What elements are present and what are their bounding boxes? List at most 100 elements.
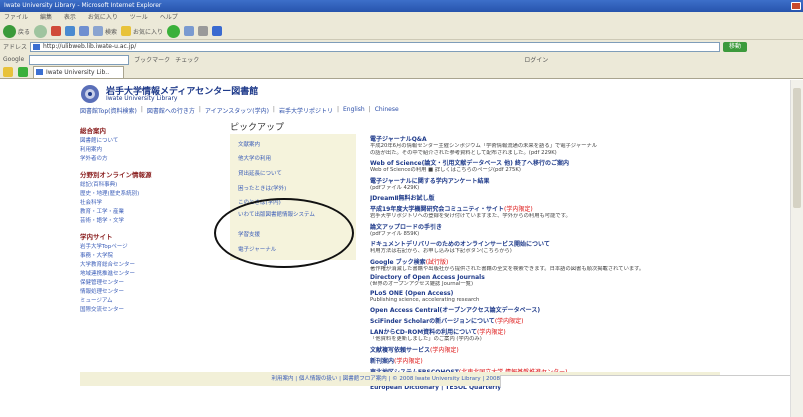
google-search-input[interactable] [29, 54, 130, 65]
tab-favicon-icon [36, 69, 43, 75]
topnav-library-top[interactable]: 図書館Top(資料検索) [80, 106, 137, 115]
sidebar-item-about[interactable]: 図書館について [80, 137, 228, 146]
news-title-text: 新刊案内 [370, 357, 395, 365]
sidebar-item-regional-center[interactable]: 地域連携推進センター [80, 270, 228, 279]
refresh-icon[interactable] [65, 26, 76, 36]
status-bar [500, 375, 790, 387]
back-label: 戻る [18, 28, 31, 36]
news-title-link[interactable]: 平成19年度大学機関研究会コミュニティ・サイト(学内限定) [370, 204, 720, 213]
tab-iwate-library[interactable]: Iwate University Lib.. [33, 66, 125, 78]
sidebar-item-univ-top[interactable]: 岩手大学Topページ [80, 243, 228, 252]
news-title-link[interactable]: JDreamⅡ無料お試し版 [370, 193, 720, 202]
news-title-link[interactable]: 電子ジャーナルに関する学内アンケート結果 [370, 176, 720, 185]
edit-icon[interactable] [212, 26, 223, 36]
login-button[interactable]: ログイン [524, 55, 548, 64]
pickup-title: ピックアップ [230, 123, 285, 133]
sidebar-item-info-center[interactable]: 情報処理センター [80, 288, 228, 297]
news-title-text: 文献複写依頼サービス [370, 346, 431, 354]
favorites-star-icon[interactable] [3, 67, 13, 77]
google-toolbar: Google ブックマーク チェック ログイン [0, 53, 803, 66]
window-titlebar: Iwate University Library - Microsoft Int… [0, 0, 803, 12]
news-title-text: JDreamⅡ無料お試し版 [370, 195, 435, 202]
close-window-button[interactable] [791, 2, 801, 10]
news-title-link[interactable]: Web of Science(論文・引用文献データベース 他) 終了へ移行のご案… [370, 158, 720, 167]
tab-title: Iwate University Lib.. [46, 69, 110, 76]
pickup-item-loan-renew[interactable]: 貸出延長について [238, 169, 282, 177]
favorites-button[interactable]: お気に入り [121, 24, 163, 38]
menu-help[interactable]: ヘルプ [160, 14, 178, 21]
print-icon[interactable] [198, 26, 209, 36]
news-list: 電子ジャーナルQ&A 平成20年6月の情報センター主催シンポジウム「学術情報流通の… [370, 134, 720, 393]
topnav-access[interactable]: 図書館への行き方 [147, 106, 195, 115]
pickup-item-help-off[interactable]: 困ったときは(学外) [238, 184, 286, 192]
news-description: 岩手大学リポジトリへの登録を受け付けていますまた、学外からの利用も可能です。 [370, 213, 571, 219]
address-url: http://ulibweb.lib.iwate-u.ac.jp/ [43, 42, 137, 50]
news-item: JDreamⅡ無料お試し版 [370, 193, 720, 202]
news-item: 平成19年度大学機関研究会コミュニティ・サイト(学内限定) 岩手大学リポジトリへの… [370, 204, 720, 220]
home-icon[interactable] [79, 26, 90, 36]
topnav-repository[interactable]: 岩手大学リポジトリ [279, 106, 333, 115]
news-title-link[interactable]: Open Access Central(オープンアクセス論文データベース) [370, 305, 720, 314]
topnav-english[interactable]: English [343, 106, 365, 115]
sidebar-item-museum[interactable]: ミュージアム [80, 297, 228, 306]
scrollbar-thumb[interactable] [793, 88, 801, 208]
add-favorite-icon[interactable] [18, 67, 28, 77]
sidebar-item-general[interactable]: 総記(百科事典) [80, 181, 228, 190]
hand-drawn-circle-annotation [214, 198, 354, 268]
sidebar-item-office[interactable]: 事務・大学院 [80, 252, 228, 261]
news-title-link[interactable]: 新刊案内(学内限定) [370, 356, 720, 365]
news-title-link[interactable]: 電子ジャーナルQ&A [370, 134, 720, 143]
mail-icon[interactable] [184, 26, 195, 36]
menu-bar: ファイル 編集 表示 お気に入り ツール ヘルプ [0, 12, 803, 23]
news-description: の話が出た。その中で紹介された参考資料として配布されました。(pdf 229K) [370, 149, 557, 156]
back-button[interactable]: 戻る [3, 24, 30, 38]
news-title-link[interactable]: Google ブック検索(試行版) [370, 257, 720, 266]
news-title-link[interactable]: 論文アップロードの手引き [370, 222, 720, 231]
news-description: 利用方法は右記から、お申し込みは下記ボタン(こちらから) [370, 248, 512, 254]
search-button[interactable]: 検索 [93, 24, 117, 38]
topnav-stats[interactable]: アイアンスタッツ(学内) [205, 106, 269, 115]
library-logo-icon [81, 85, 99, 103]
pickup-item-other-univ[interactable]: 他大学の利用 [238, 154, 271, 162]
news-title-link[interactable]: SciFinder Scholarの新バージョンについて(学内限定) [370, 316, 720, 325]
back-arrow-icon [3, 24, 16, 38]
news-title-link[interactable]: 文献複写依頼サービス(学内限定) [370, 345, 720, 354]
menu-view[interactable]: 表示 [64, 14, 76, 21]
sidebar-item-social[interactable]: 社会科学 [80, 199, 228, 208]
news-title-link[interactable]: LANからCD-ROM資料の利用について(学内限定) [370, 327, 720, 336]
bookmarks-button[interactable]: ブックマーク [134, 55, 170, 64]
news-title-text: 平成19年度大学機関研究会コミュニティ・サイト [370, 206, 504, 213]
sidebar-item-intl-center[interactable]: 国際交流センター [80, 306, 228, 315]
sidebar-item-engineering[interactable]: 教育・工学・産業 [80, 208, 228, 217]
sidebar-item-health-center[interactable]: 保健管理センター [80, 279, 228, 288]
news-title-link[interactable]: ドキュメントデリバリーのためのオンラインサービス開始について [370, 239, 720, 248]
menu-file[interactable]: ファイル [4, 14, 28, 21]
news-title-link[interactable]: PLoS ONE (Open Access) [370, 290, 720, 297]
sidebar-item-guide[interactable]: 利用案内 [80, 146, 228, 155]
history-icon[interactable] [167, 24, 181, 38]
address-input[interactable]: http://ulibweb.lib.iwate-u.ac.jp/ [30, 41, 721, 52]
sidebar-item-visitors[interactable]: 学外者の方 [80, 155, 228, 164]
menu-favorites[interactable]: お気に入り [88, 14, 118, 21]
news-item: 文献複写依頼サービス(学内限定) [370, 345, 720, 354]
news-restricted-badge: (学内限定) [477, 329, 506, 336]
menu-edit[interactable]: 編集 [40, 14, 52, 21]
stop-icon[interactable] [51, 26, 62, 36]
menu-tools[interactable]: ツール [130, 14, 148, 21]
search-icon [93, 26, 104, 36]
sidebar-item-arts[interactable]: 芸術・語学・文学 [80, 217, 228, 226]
news-title-text: ドキュメントデリバリーのためのオンラインサービス開始について [370, 241, 550, 248]
go-button[interactable]: 移動 [723, 41, 748, 52]
sidebar-item-education-center[interactable]: 大学教育総合センター [80, 261, 228, 270]
news-title-text: 論文アップロードの手引き [370, 223, 443, 231]
forward-arrow-icon[interactable] [34, 24, 48, 38]
vertical-scrollbar[interactable] [790, 80, 803, 417]
web-page: 岩手大学情報メディアセンター図書館 Iwate University Libra… [0, 80, 790, 417]
topnav-chinese[interactable]: Chinese [375, 106, 399, 115]
check-button[interactable]: チェック [175, 55, 199, 64]
pickup-item-literature[interactable]: 文献案内 [238, 140, 260, 148]
news-restricted-badge: (学内限定) [394, 357, 423, 365]
news-title-link[interactable]: Directory of Open Access Journals [370, 274, 720, 281]
news-item: ドキュメントデリバリーのためのオンラインサービス開始について 利用方法は右記から、… [370, 239, 720, 255]
sidebar-item-history[interactable]: 歴史・地理(歴史系統別) [80, 190, 228, 199]
